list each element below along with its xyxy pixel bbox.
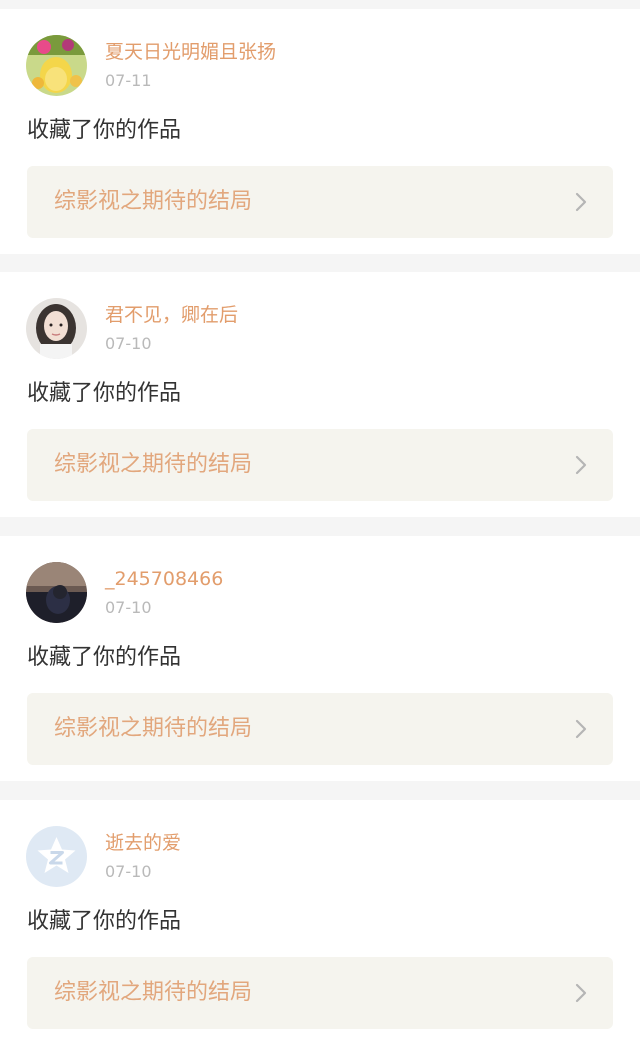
username[interactable]: 夏天日光明媚且张扬 [105,41,276,63]
work-title: 综影视之期待的结局 [54,716,253,741]
work-title: 综影视之期待的结局 [54,452,253,477]
avatar-flowers-photo [26,35,87,96]
username[interactable]: _245708466 [105,568,223,590]
work-link[interactable]: 综影视之期待的结局 [27,429,613,501]
action-text: 收藏了你的作品 [27,381,182,406]
notification-card: _245708466 07-10 收藏了你的作品 综影视之期待的结局 [0,536,640,781]
notification-card: 逝去的爱 07-10 收藏了你的作品 综影视之期待的结局 [0,800,640,1038]
work-link[interactable]: 综影视之期待的结局 [27,166,613,238]
user-avatar[interactable] [26,562,87,623]
chevron-right-icon [575,192,587,212]
work-link[interactable]: 综影视之期待的结局 [27,693,613,765]
notification-card: 君不见，卿在后 07-10 收藏了你的作品 综影视之期待的结局 [0,272,640,517]
action-text: 收藏了你的作品 [27,645,182,670]
chevron-right-icon [575,983,587,1003]
user-avatar[interactable] [26,35,87,96]
username[interactable]: 逝去的爱 [105,832,181,854]
chevron-right-icon [575,719,587,739]
work-title: 综影视之期待的结局 [54,189,253,214]
notification-card: 夏天日光明媚且张扬 07-11 收藏了你的作品 综影视之期待的结局 [0,9,640,254]
work-title: 综影视之期待的结局 [54,980,253,1005]
avatar-dark-photo [26,562,87,623]
timestamp: 07-10 [105,334,152,353]
user-avatar[interactable] [26,298,87,359]
work-link[interactable]: 综影视之期待的结局 [27,957,613,1029]
timestamp: 07-10 [105,862,152,881]
timestamp: 07-11 [105,71,152,90]
action-text: 收藏了你的作品 [27,118,182,143]
avatar-default-star [26,826,87,887]
user-avatar[interactable] [26,826,87,887]
action-text: 收藏了你的作品 [27,909,182,934]
timestamp: 07-10 [105,598,152,617]
avatar-girl-photo [26,298,87,359]
username[interactable]: 君不见，卿在后 [105,304,238,326]
chevron-right-icon [575,455,587,475]
notification-feed: 夏天日光明媚且张扬 07-11 收藏了你的作品 综影视之期待的结局 君不见，卿在… [0,0,640,1038]
